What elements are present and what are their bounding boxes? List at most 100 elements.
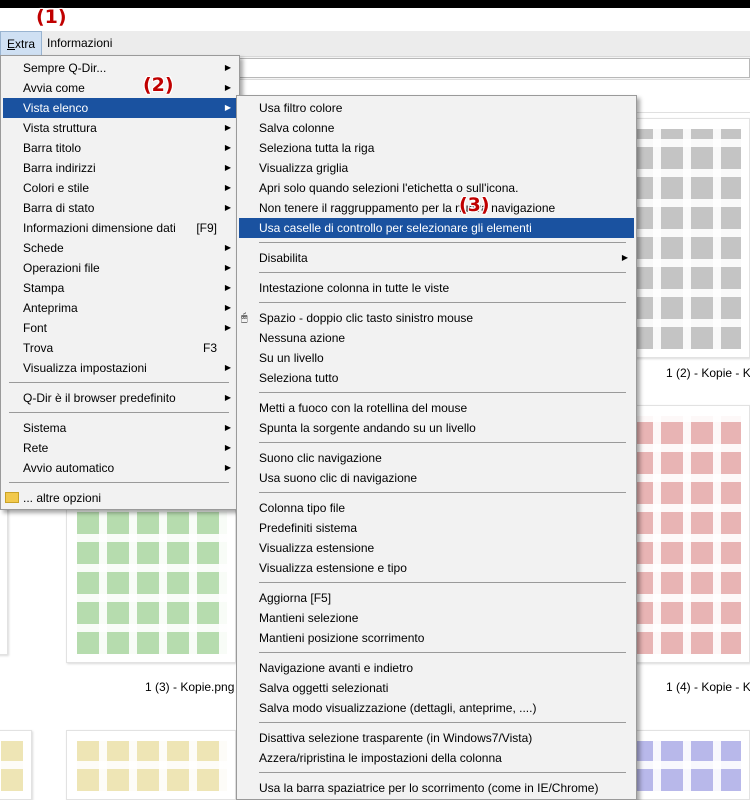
menu-separator <box>259 242 626 243</box>
menu-item[interactable]: Nessuna azione <box>239 328 634 348</box>
menu-item[interactable]: Barra titolo ▶ <box>3 138 237 158</box>
submenu-arrow-icon: ▶ <box>224 63 231 72</box>
menu-item-label: Usa suono clic di navigazione <box>259 471 418 485</box>
menu-item[interactable]: Usa la barra spaziatrice per lo scorrime… <box>239 778 634 798</box>
menu-item[interactable]: Avvia come ▶ <box>3 78 237 98</box>
menu-item[interactable]: Usa caselle di controllo per selezionare… <box>239 218 634 238</box>
submenu-arrow-icon: ▶ <box>224 303 231 312</box>
thumbnail-image[interactable] <box>0 730 32 800</box>
submenu-arrow-icon: ▶ <box>621 253 628 262</box>
menu-item-label: Usa filtro colore <box>259 101 343 115</box>
annotation-badge-2: (2) <box>143 74 174 96</box>
menu-item[interactable]: Seleziona tutta la riga <box>239 138 634 158</box>
menu-item[interactable]: Q-Dir è il browser predefinito ▶ <box>3 388 237 408</box>
vista-elenco-submenu: Usa filtro colore Salva colonne Seleziona … <box>236 95 637 800</box>
menu-item[interactable]: Suono clic navigazione <box>239 448 634 468</box>
menu-item[interactable]: Vista struttura ▶ <box>3 118 237 138</box>
menu-item[interactable]: Stampa ▶ <box>3 278 237 298</box>
menu-item[interactable]: Anteprima ▶ <box>3 298 237 318</box>
address-bar[interactable] <box>236 58 750 78</box>
menu-item[interactable]: Seleziona tutto <box>239 368 634 388</box>
menu-item[interactable]: Disattiva selezione trasparente (in Wind… <box>239 728 634 748</box>
menu-informazioni[interactable]: Informazioni <box>41 31 118 56</box>
menu-item[interactable]: Metti a fuoco con la rotellina del mouse <box>239 398 634 418</box>
menu-item[interactable]: Sempre Q-Dir... ▶ <box>3 58 237 78</box>
menu-item[interactable]: Barra indirizzi ▶ <box>3 158 237 178</box>
menu-item[interactable]: Trova F3 <box>3 338 237 358</box>
menu-item[interactable]: Rete ▶ <box>3 438 237 458</box>
menu-item[interactable]: Font ▶ <box>3 318 237 338</box>
menu-item[interactable]: Schede ▶ <box>3 238 237 258</box>
menu-item[interactable]: Aggiorna [F5] <box>239 588 634 608</box>
menu-item[interactable]: Visualizza griglia <box>239 158 634 178</box>
thumbnail-caption[interactable]: 1 (2) - Kopie - Ko <box>666 366 750 380</box>
menu-item-label: Anteprima <box>23 301 78 315</box>
menu-item-label: Vista elenco <box>23 101 89 115</box>
menu-separator <box>259 442 626 443</box>
menu-item[interactable]: Salva oggetti selezionati <box>239 678 634 698</box>
menu-item[interactable]: Avvio automatico ▶ <box>3 458 237 478</box>
menu-item[interactable]: Colonna tipo file <box>239 498 634 518</box>
menu-item-label: Operazioni file <box>23 261 100 275</box>
menu-item[interactable]: Non tenere il raggruppamento per la nuov… <box>239 198 634 218</box>
menu-item[interactable]: Apri solo quando selezioni l'etichetta o… <box>239 178 634 198</box>
menu-item[interactable]: Navigazione avanti e indietro <box>239 658 634 678</box>
menu-item[interactable]: 🖱 Spazio - doppio clic tasto sinistro mou… <box>239 308 634 328</box>
menu-separator <box>259 272 626 273</box>
menu-item[interactable]: Colori e stile ▶ <box>3 178 237 198</box>
menu-item[interactable]: Su un livello <box>239 348 634 368</box>
menu-item[interactable]: Usa suono clic di navigazione <box>239 468 634 488</box>
menu-item-label: Schede <box>23 241 64 255</box>
submenu-arrow-icon: ▶ <box>224 393 231 402</box>
menu-item-label: Non tenere il raggruppamento per la nuov… <box>259 201 556 215</box>
menu-extra[interactable]: Extra <box>0 31 43 56</box>
menu-item[interactable]: Visualizza impostazioni ▶ <box>3 358 237 378</box>
menu-item[interactable]: ... altre opzioni <box>3 488 237 508</box>
annotation-badge-1: (1) <box>36 6 67 28</box>
menu-item-label: Barra titolo <box>23 141 82 155</box>
menu-item-label: Informazioni dimensione dati <box>23 221 176 235</box>
menu-separator <box>259 652 626 653</box>
thumbnail-caption[interactable]: 1 (3) - Kopie.png <box>145 680 234 694</box>
menu-item[interactable]: Disabilita ▶ <box>239 248 634 268</box>
menu-item[interactable]: Salva modo visualizzazione (dettagli, an… <box>239 698 634 718</box>
thumbnail-image[interactable] <box>66 730 236 800</box>
menu-item-label: Colonna tipo file <box>259 501 346 515</box>
menu-item-label: Barra indirizzi <box>23 161 96 175</box>
menu-item[interactable]: Sistema ▶ <box>3 418 237 438</box>
submenu-arrow-icon: ▶ <box>224 423 231 432</box>
menu-item[interactable]: Intestazione colonna in tutte le viste <box>239 278 634 298</box>
menu-item[interactable]: Predefiniti sistema <box>239 518 634 538</box>
menu-item[interactable]: Operazioni file ▶ <box>3 258 237 278</box>
annotation-badge-3: (3) <box>459 194 490 216</box>
menu-item-shortcut: [F9] <box>196 221 217 235</box>
submenu-arrow-icon: ▶ <box>224 363 231 372</box>
menu-item-label: Font <box>23 321 48 335</box>
menu-item[interactable]: Vista elenco ▶ <box>3 98 237 118</box>
submenu-arrow-icon: ▶ <box>224 163 231 172</box>
submenu-arrow-icon: ▶ <box>224 83 231 92</box>
menu-separator <box>259 772 626 773</box>
submenu-arrow-icon: ▶ <box>224 103 231 112</box>
menu-item-label: Stampa <box>23 281 65 295</box>
menu-item[interactable]: Spunta la sorgente andando su un livello <box>239 418 634 438</box>
menu-item-label: Seleziona tutta la riga <box>259 141 375 155</box>
menu-item[interactable]: Barra di stato ▶ <box>3 198 237 218</box>
folder-icon <box>5 492 19 503</box>
thumbnail-caption[interactable]: 1 (4) - Kopie - Ko <box>666 680 750 694</box>
menu-item[interactable]: Azzera/ripristina le impostazioni della … <box>239 748 634 768</box>
menu-item[interactable]: Mantieni selezione <box>239 608 634 628</box>
menu-item-label: Navigazione avanti e indietro <box>259 661 414 675</box>
menu-item[interactable]: Visualizza estensione <box>239 538 634 558</box>
menu-item[interactable]: Mantieni posizione scorrimento <box>239 628 634 648</box>
menu-separator <box>259 392 626 393</box>
menu-item-label: Barra di stato <box>23 201 95 215</box>
menu-item[interactable]: Usa filtro colore <box>239 98 634 118</box>
menu-item[interactable]: Informazioni dimensione dati [F9] <box>3 218 237 238</box>
menu-item[interactable]: Visualizza estensione e tipo <box>239 558 634 578</box>
menu-item[interactable]: Salva colonne <box>239 118 634 138</box>
submenu-arrow-icon: ▶ <box>224 263 231 272</box>
submenu-arrow-icon: ▶ <box>224 283 231 292</box>
submenu-arrow-icon: ▶ <box>224 243 231 252</box>
menu-separator <box>259 492 626 493</box>
